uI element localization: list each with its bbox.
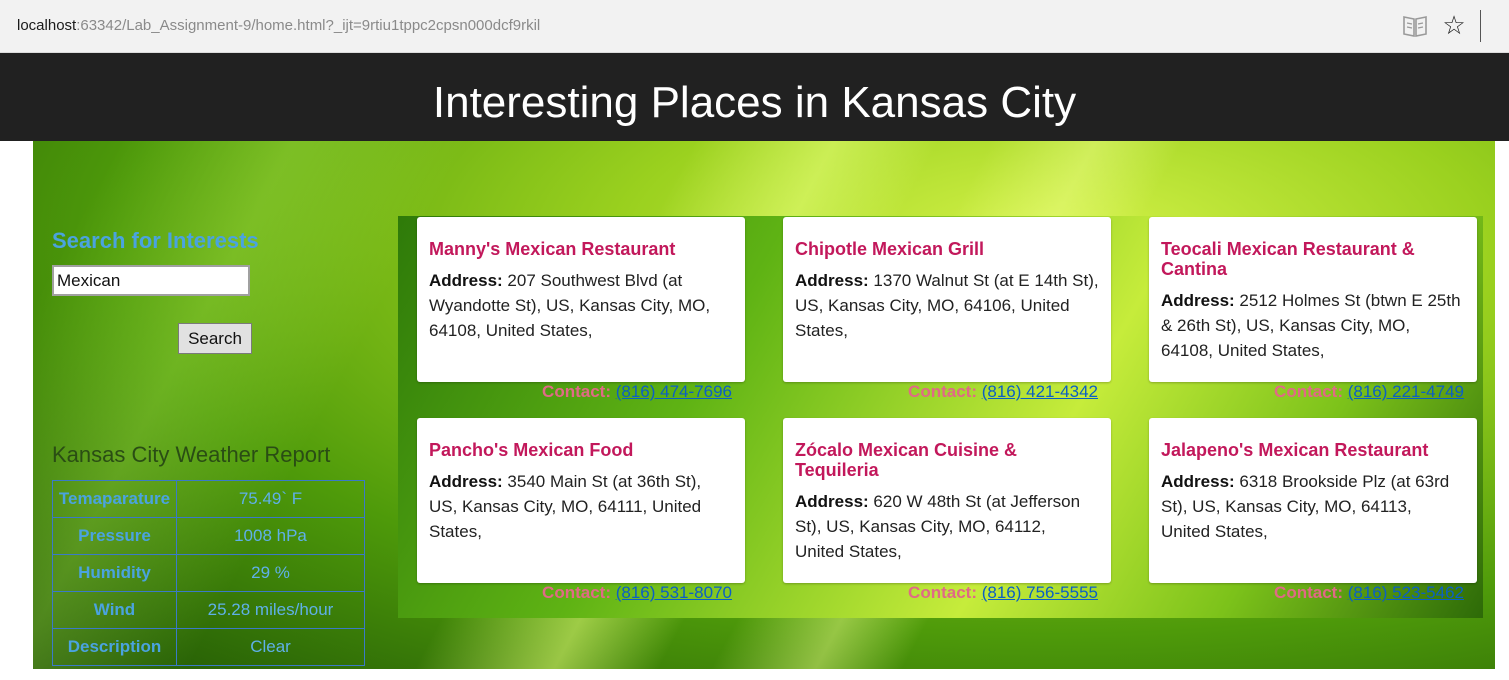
url-field[interactable]: localhost:63342/Lab_Assignment-9/home.ht… bbox=[17, 17, 540, 34]
weather-label: Humidity bbox=[52, 554, 177, 592]
place-name: Zócalo Mexican Cuisine & Tequileria bbox=[795, 440, 1018, 480]
weather-value: 1008 hPa bbox=[176, 517, 365, 555]
place-address: Address: 620 W 48th St (at Jefferson St)… bbox=[795, 489, 1099, 564]
weather-label: Description bbox=[52, 628, 177, 666]
place-address: Address: 6318 Brookside Plz (at 63rd St)… bbox=[1161, 469, 1465, 544]
weather-table: Temaparature 75.49` F Pressure 1008 hPa … bbox=[52, 480, 365, 666]
address-label: Address: bbox=[1161, 291, 1235, 310]
address-label: Address: bbox=[795, 492, 869, 511]
browser-address-bar: localhost:63342/Lab_Assignment-9/home.ht… bbox=[0, 0, 1509, 53]
place-name: Jalapeno's Mexican Restaurant bbox=[1161, 440, 1429, 460]
place-address: Address: 1370 Walnut St (at E 14th St), … bbox=[795, 268, 1099, 343]
weather-row: Humidity 29 % bbox=[52, 554, 365, 592]
weather-row: Temaparature 75.49` F bbox=[52, 480, 365, 518]
page-title: Interesting Places in Kansas City bbox=[432, 78, 1077, 127]
weather-value: Clear bbox=[176, 628, 365, 666]
place-card: Teocali Mexican Restaurant & Cantina Add… bbox=[1149, 217, 1477, 382]
place-card: Manny's Mexican Restaurant Address: 207 … bbox=[417, 217, 745, 382]
place-card: Pancho's Mexican Food Address: 3540 Main… bbox=[417, 418, 745, 583]
place-card: Jalapeno's Mexican Restaurant Address: 6… bbox=[1149, 418, 1477, 583]
place-card: Chipotle Mexican Grill Address: 1370 Wal… bbox=[783, 217, 1111, 382]
weather-value: 25.28 miles/hour bbox=[176, 591, 365, 629]
address-label: Address: bbox=[795, 271, 869, 290]
address-label: Address: bbox=[1161, 472, 1235, 491]
address-label: Address: bbox=[429, 472, 503, 491]
contact-label: Contact: bbox=[908, 583, 977, 602]
weather-title: Kansas City Weather Report bbox=[52, 442, 331, 467]
place-address: Address: 3540 Main St (at 36th St), US, … bbox=[429, 469, 733, 544]
place-contact: Contact: (816) 421-4342 bbox=[783, 382, 1111, 404]
phone-link[interactable]: (816) 756-5555 bbox=[982, 583, 1098, 602]
place-contact: Contact: (816) 531-8070 bbox=[417, 583, 745, 605]
place-name: Chipotle Mexican Grill bbox=[795, 239, 985, 259]
place-contact: Contact: (816) 523-5462 bbox=[1149, 583, 1477, 605]
place-name: Manny's Mexican Restaurant bbox=[429, 239, 676, 259]
contact-label: Contact: bbox=[908, 382, 977, 401]
phone-link[interactable]: (816) 421-4342 bbox=[982, 382, 1098, 401]
weather-label: Temaparature bbox=[52, 480, 177, 518]
weather-value: 29 % bbox=[176, 554, 365, 592]
reading-view-icon[interactable] bbox=[1402, 14, 1428, 38]
url-host: localhost bbox=[17, 17, 77, 34]
weather-value: 75.49` F bbox=[176, 480, 365, 518]
weather-row: Pressure 1008 hPa bbox=[52, 517, 365, 555]
phone-link[interactable]: (816) 531-8070 bbox=[616, 583, 732, 602]
page-header: Interesting Places in Kansas City bbox=[0, 53, 1509, 141]
place-address: Address: 2512 Holmes St (btwn E 25th & 2… bbox=[1161, 288, 1465, 363]
phone-link[interactable]: (816) 474-7696 bbox=[616, 382, 732, 401]
search-title: Search for Interests bbox=[52, 228, 259, 253]
url-path: :63342/Lab_Assignment-9/home.html?_ijt=9… bbox=[76, 17, 541, 34]
results-panel: Manny's Mexican Restaurant Address: 207 … bbox=[398, 216, 1483, 618]
favorite-star-icon[interactable]: ☆ bbox=[1441, 11, 1467, 39]
address-label: Address: bbox=[429, 271, 503, 290]
contact-label: Contact: bbox=[1274, 583, 1343, 602]
place-contact: Contact: (816) 756-5555 bbox=[783, 583, 1111, 605]
place-contact: Contact: (816) 474-7696 bbox=[417, 382, 745, 404]
toolbar-divider bbox=[1480, 10, 1481, 42]
search-button[interactable]: Search bbox=[178, 323, 252, 354]
place-name: Teocali Mexican Restaurant & Cantina bbox=[1161, 239, 1415, 279]
search-input[interactable] bbox=[52, 265, 250, 296]
contact-label: Contact: bbox=[542, 583, 611, 602]
place-card: Zócalo Mexican Cuisine & Tequileria Addr… bbox=[783, 418, 1111, 583]
weather-label: Wind bbox=[52, 591, 177, 629]
phone-link[interactable]: (816) 221-4749 bbox=[1348, 382, 1464, 401]
weather-row: Wind 25.28 miles/hour bbox=[52, 591, 365, 629]
main-content: Search for Interests Search Kansas City … bbox=[33, 141, 1495, 669]
contact-label: Contact: bbox=[542, 382, 611, 401]
place-name: Pancho's Mexican Food bbox=[429, 440, 634, 460]
weather-row: Description Clear bbox=[52, 628, 365, 666]
weather-label: Pressure bbox=[52, 517, 177, 555]
place-contact: Contact: (816) 221-4749 bbox=[1149, 382, 1477, 404]
phone-link[interactable]: (816) 523-5462 bbox=[1348, 583, 1464, 602]
contact-label: Contact: bbox=[1274, 382, 1343, 401]
place-address: Address: 207 Southwest Blvd (at Wyandott… bbox=[429, 268, 733, 343]
